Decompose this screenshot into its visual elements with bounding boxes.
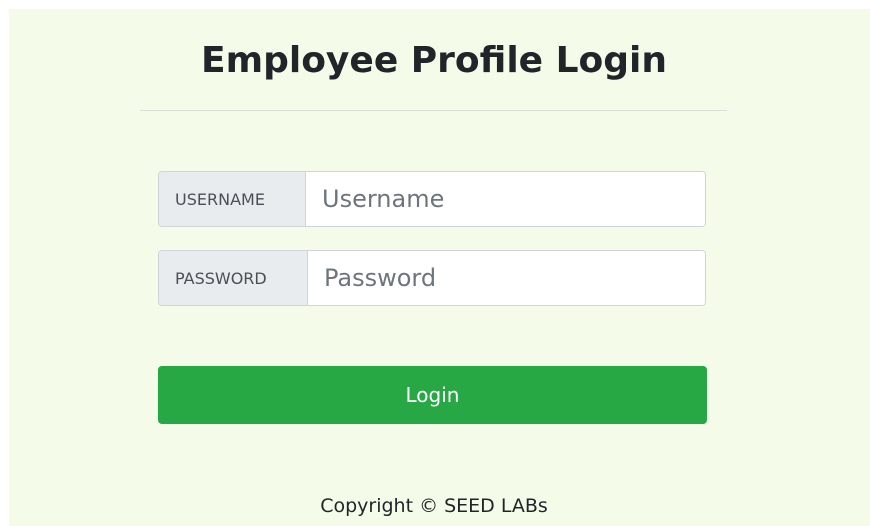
login-panel: Employee Profile Login USERNAME PASSWORD… [9, 9, 870, 526]
login-button[interactable]: Login [158, 366, 707, 424]
page-title: Employee Profile Login [200, 40, 668, 81]
username-input-group: USERNAME [158, 171, 706, 227]
copyright-text: Copyright © SEED LABs [320, 495, 548, 517]
password-label: PASSWORD [159, 251, 308, 305]
title-divider [140, 110, 727, 111]
username-label: USERNAME [159, 172, 306, 226]
password-input[interactable] [308, 251, 705, 305]
username-input[interactable] [306, 172, 705, 226]
password-input-group: PASSWORD [158, 250, 706, 306]
